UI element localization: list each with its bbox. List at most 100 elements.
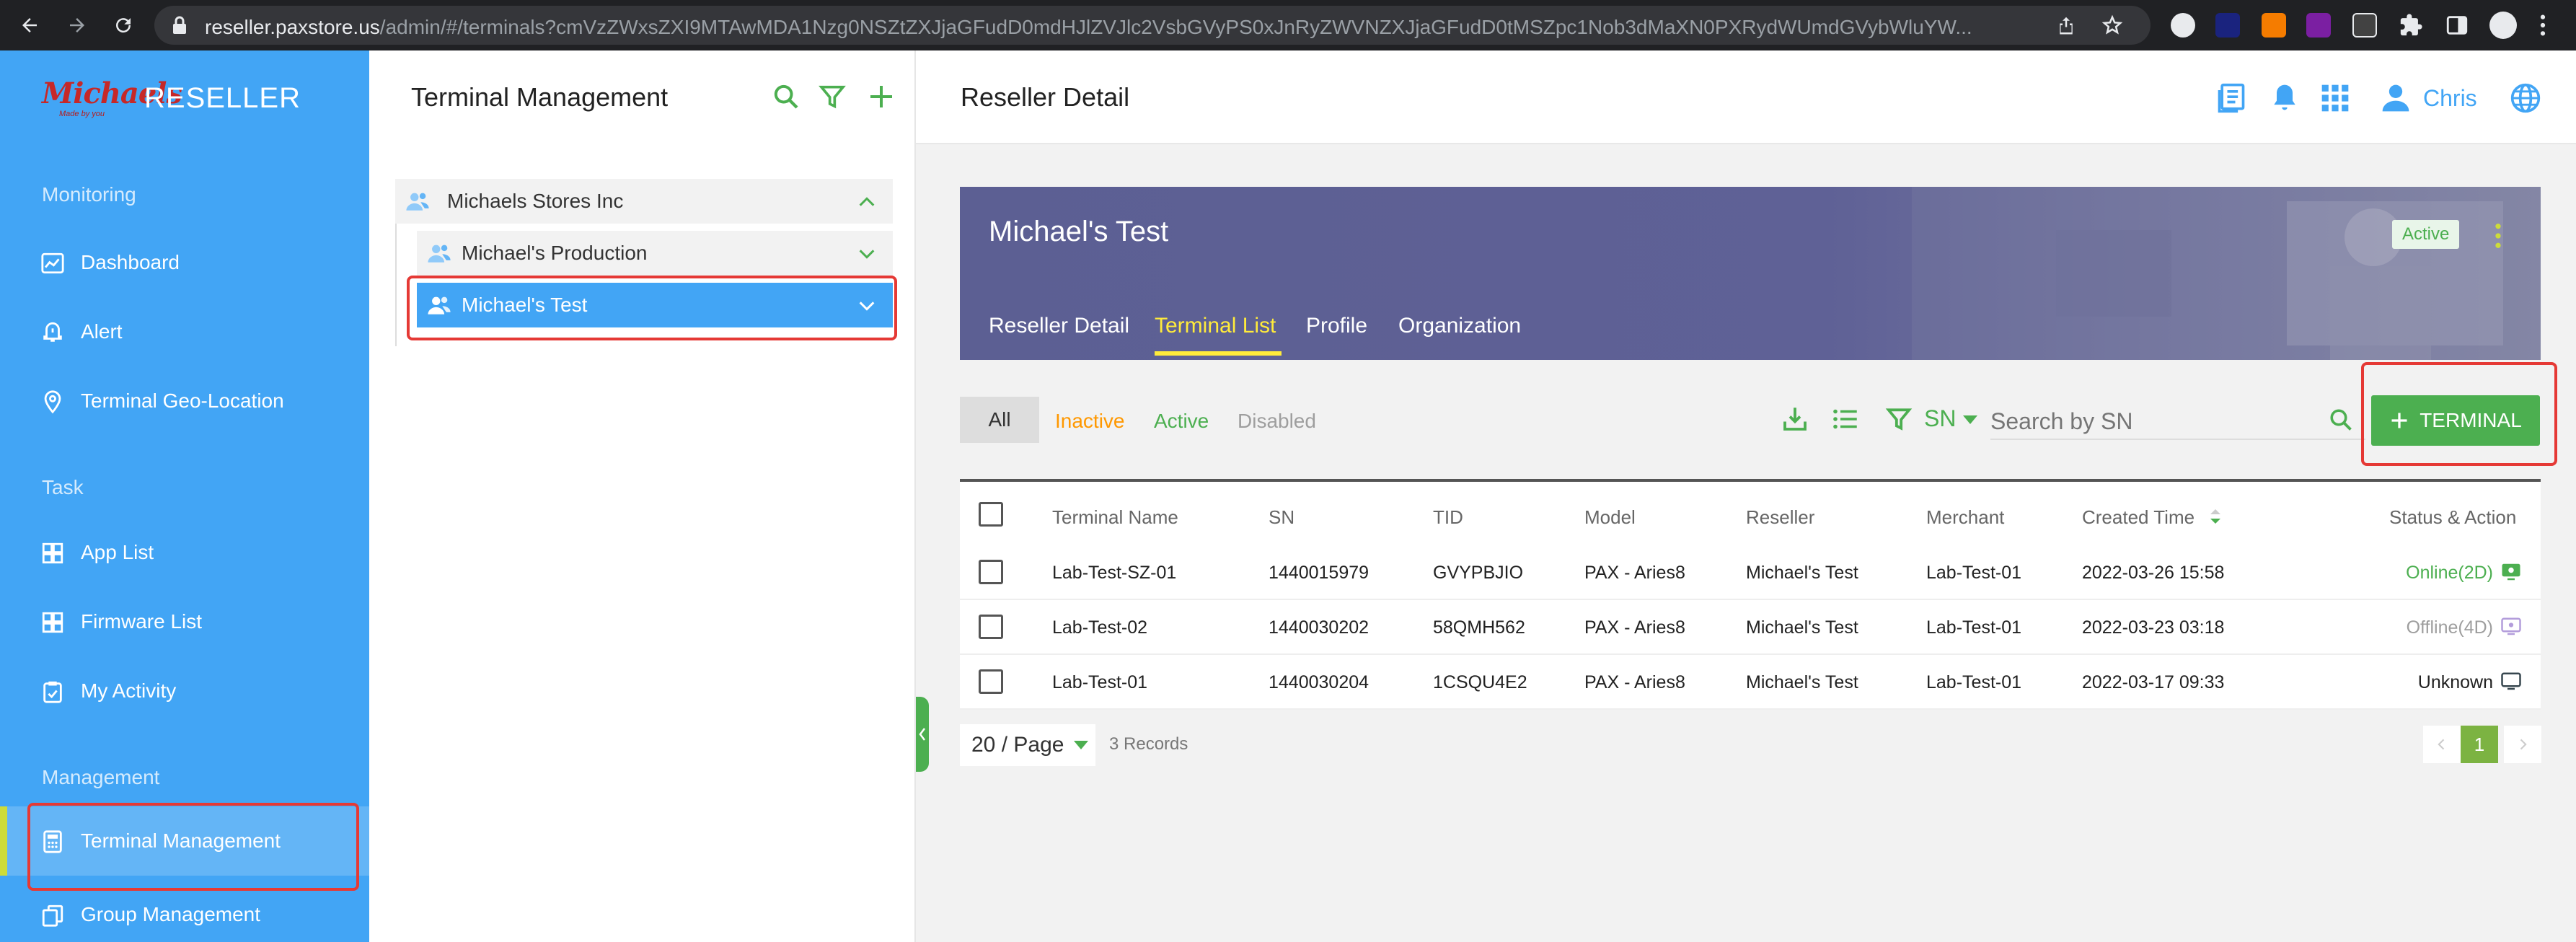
filter-active[interactable]: Active	[1154, 410, 1209, 433]
sidebar-item-terminal-geo-location[interactable]: Terminal Geo-Location	[0, 371, 369, 431]
location-pin-icon	[40, 389, 65, 414]
next-page-button[interactable]	[2504, 726, 2541, 763]
cell-created-time: 2022-03-23 03:18	[2082, 617, 2225, 638]
sidebar-item-label: Firmware List	[81, 610, 203, 633]
extension-check-icon[interactable]	[2215, 13, 2240, 38]
bookmark-star-icon[interactable]	[2101, 14, 2123, 36]
column-header[interactable]: Model	[1584, 506, 1636, 529]
extension-globe-icon[interactable]	[2171, 13, 2195, 38]
table-row[interactable]: Lab-Test-01 1440030204 1CSQU4E2 PAX - Ar…	[960, 655, 2541, 710]
page-size-value: 20 / Page	[971, 733, 1064, 757]
filter-disabled[interactable]: Disabled	[1238, 410, 1316, 433]
globe-icon[interactable]	[2510, 82, 2541, 114]
column-header[interactable]: SN	[1269, 506, 1294, 529]
table-row[interactable]: Lab-Test-SZ-01 1440015979 GVYPBJIO PAX -…	[960, 545, 2541, 600]
highlight-add-terminal	[2361, 362, 2557, 466]
extension-fox-icon[interactable]	[2262, 13, 2286, 38]
column-header[interactable]: TID	[1433, 506, 1463, 529]
extension-purple-icon[interactable]	[2306, 13, 2331, 38]
sidebar-item-dashboard[interactable]: Dashboard	[0, 232, 369, 293]
back-icon[interactable]	[12, 7, 48, 43]
document-list-icon[interactable]	[2215, 82, 2247, 114]
sidebar-item-app-list[interactable]: App List	[0, 522, 369, 583]
copy-icon	[40, 903, 65, 928]
users-icon	[405, 189, 430, 214]
bell-icon[interactable]	[2269, 82, 2301, 114]
export-icon[interactable]	[1780, 404, 1810, 434]
sn-search-input[interactable]	[1990, 404, 2365, 440]
search-icon[interactable]	[772, 82, 800, 111]
column-header[interactable]: Terminal Name	[1052, 506, 1178, 529]
add-icon[interactable]	[867, 82, 896, 111]
filter-icon[interactable]	[818, 82, 847, 111]
section-monitoring: Monitoring	[42, 183, 136, 206]
page-size-select[interactable]: 20 / Page	[960, 724, 1095, 766]
address-bar[interactable]: reseller.paxstore.us/admin/#/terminals?c…	[154, 6, 2151, 45]
cell-terminal-name[interactable]: Lab-Test-02	[1052, 617, 1147, 638]
sidebar-item-firmware-list[interactable]: Firmware List	[0, 591, 369, 652]
row-checkbox[interactable]	[979, 669, 1003, 694]
chrome-menu-icon[interactable]	[2538, 13, 2547, 38]
tree-node-michaels-production[interactable]: Michael's Production	[417, 231, 893, 276]
extensions-puzzle-icon[interactable]	[2399, 13, 2423, 38]
apps-grid-icon[interactable]	[2319, 82, 2351, 114]
filter-all[interactable]: All	[960, 397, 1039, 443]
reload-icon[interactable]	[105, 7, 141, 43]
collapse-panel-handle[interactable]	[916, 697, 929, 772]
user-icon[interactable]	[2380, 82, 2412, 114]
terminal-unknown-icon[interactable]	[2500, 671, 2522, 692]
tree-panel-title: Terminal Management	[411, 82, 669, 112]
page-number-current[interactable]: 1	[2461, 726, 2498, 763]
tree-panel: Terminal Management Michaels Stores Inc …	[369, 50, 916, 942]
tree-node-label: Michael's Production	[462, 242, 648, 264]
select-all-checkbox[interactable]	[979, 502, 1003, 527]
tree-connector	[395, 224, 397, 346]
search-icon[interactable]	[2328, 407, 2354, 433]
tree-node-michaels-stores-inc[interactable]: Michaels Stores Inc	[395, 179, 893, 224]
column-header[interactable]: Merchant	[1926, 506, 2004, 529]
terminal-offline-icon[interactable]	[2500, 616, 2522, 638]
tab-organization[interactable]: Organization	[1398, 314, 1521, 338]
tab-reseller-detail[interactable]: Reseller Detail	[989, 314, 1129, 338]
profile-avatar-icon[interactable]	[2489, 12, 2517, 39]
row-checkbox[interactable]	[979, 615, 1003, 639]
dashboard-icon	[40, 251, 65, 276]
share-icon[interactable]	[2055, 14, 2077, 36]
column-header[interactable]: Reseller	[1746, 506, 1814, 529]
terminal-online-icon[interactable]	[2500, 561, 2522, 583]
brand-name: RESELLER	[144, 82, 301, 114]
prev-page-button[interactable]	[2423, 726, 2461, 763]
sidebar-item-group-management[interactable]: Group Management	[0, 884, 369, 942]
extension-glasses-icon[interactable]	[2352, 13, 2377, 38]
filter-icon[interactable]	[1885, 405, 1913, 433]
tab-terminal-list[interactable]: Terminal List	[1155, 314, 1276, 338]
row-checkbox[interactable]	[979, 560, 1003, 584]
cell-reseller: Michael's Test	[1746, 672, 1858, 692]
sort-icon[interactable]	[2209, 508, 2222, 525]
cell-reseller: Michael's Test	[1746, 617, 1858, 638]
cell-terminal-name[interactable]: Lab-Test-SZ-01	[1052, 563, 1176, 584]
caret-down-icon[interactable]	[1963, 415, 1977, 424]
caret-down-icon	[1074, 741, 1089, 749]
table-row[interactable]: Lab-Test-02 1440030202 58QMH562 PAX - Ar…	[960, 600, 2541, 655]
cell-terminal-name[interactable]: Lab-Test-01	[1052, 672, 1147, 693]
grid-icon	[40, 541, 65, 565]
forward-icon[interactable]	[59, 7, 95, 43]
sidebar-item-my-activity[interactable]: My Activity	[0, 661, 369, 721]
cell-sn: 1440030204	[1269, 672, 1369, 692]
list-view-icon[interactable]	[1830, 404, 1861, 434]
browser-toolbar: reseller.paxstore.us/admin/#/terminals?c…	[0, 0, 2576, 50]
filter-inactive[interactable]: Inactive	[1055, 410, 1125, 433]
more-vert-icon[interactable]	[2493, 221, 2503, 250]
chevron-up-icon[interactable]	[857, 192, 877, 212]
side-panel-icon[interactable]	[2445, 13, 2469, 38]
cell-status: Online(2D)	[2406, 563, 2493, 583]
sidebar-item-alert[interactable]: Alert	[0, 301, 369, 362]
alert-icon	[40, 320, 65, 345]
tab-profile[interactable]: Profile	[1306, 314, 1367, 338]
search-field-select[interactable]: SN	[1924, 405, 1956, 432]
chevron-down-icon[interactable]	[857, 244, 877, 264]
column-header[interactable]: Created Time	[2082, 506, 2195, 529]
column-header: Status & Action	[2389, 506, 2517, 528]
user-name[interactable]: Chris	[2423, 85, 2477, 112]
